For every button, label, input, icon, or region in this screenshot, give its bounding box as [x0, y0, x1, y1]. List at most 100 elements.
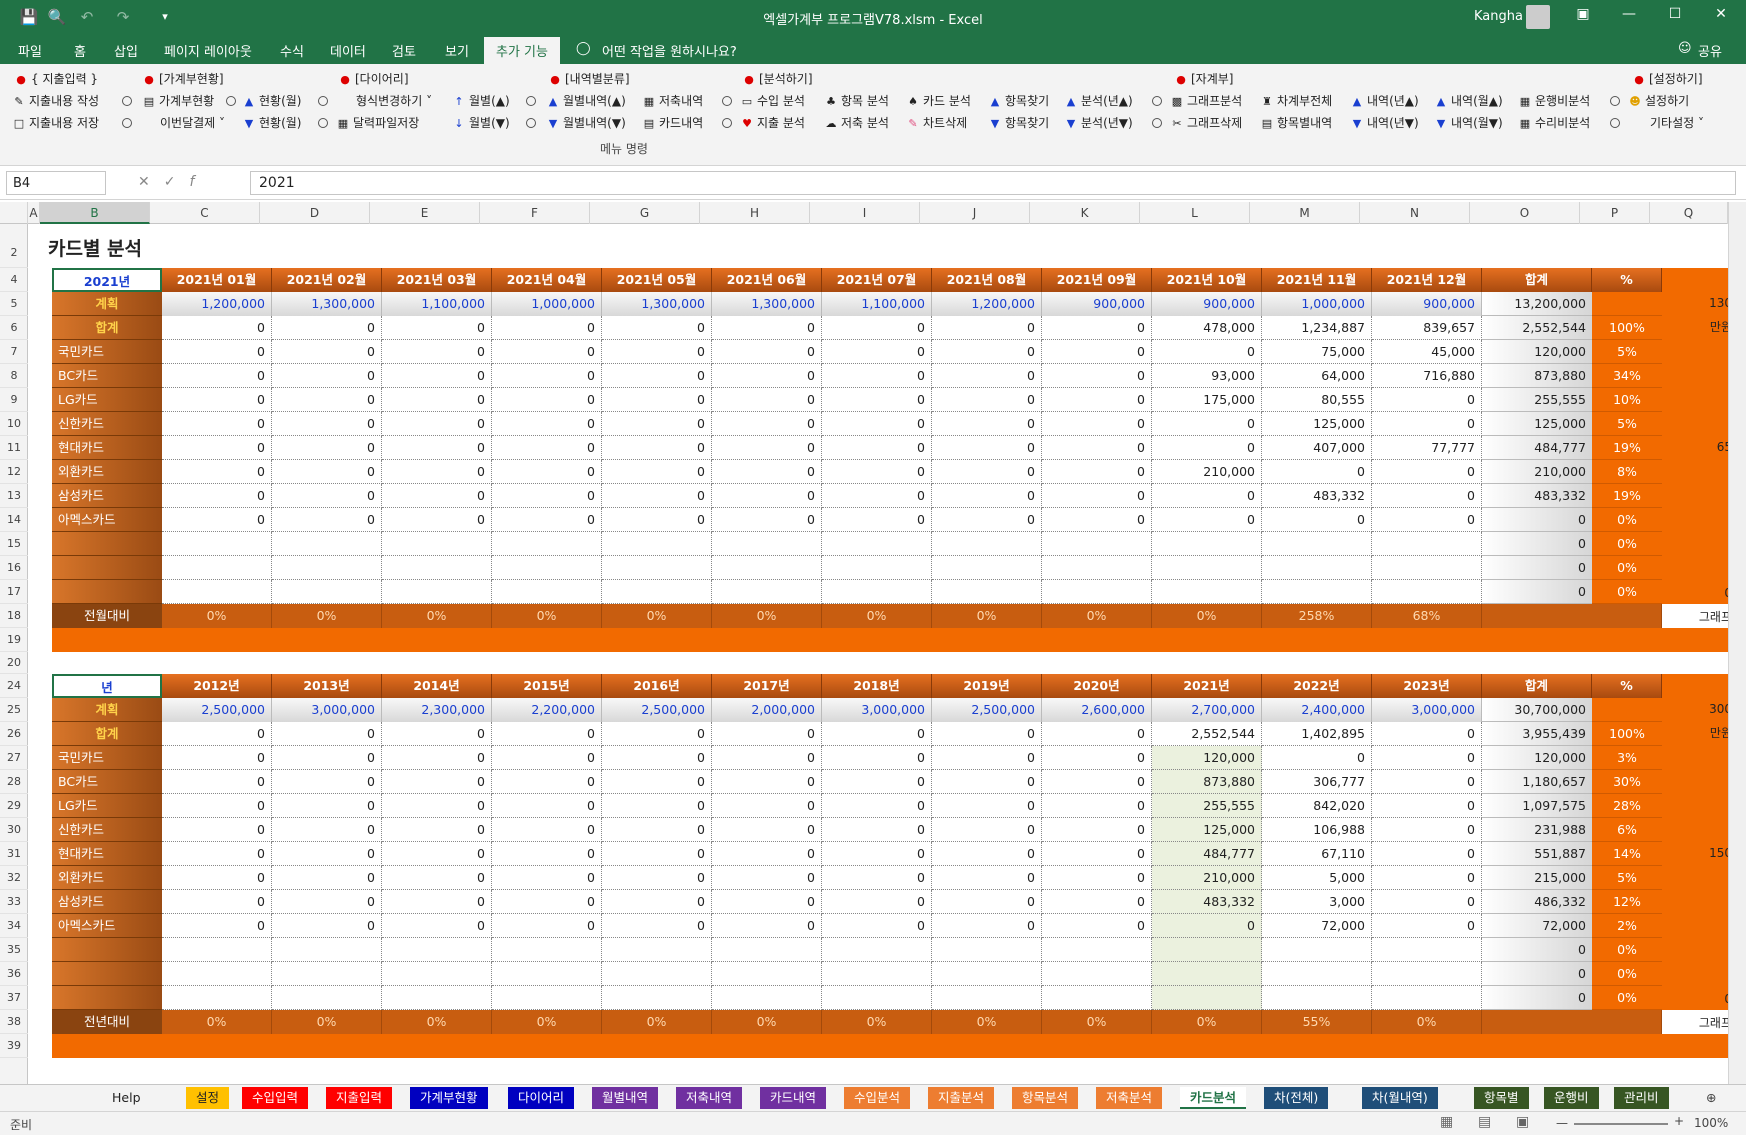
column-title[interactable]: 합계 — [1482, 674, 1592, 698]
change-cell[interactable]: 0% — [712, 604, 822, 628]
change-cell[interactable]: 0% — [932, 1010, 1042, 1034]
card-cell[interactable]: 873,880 — [1152, 770, 1262, 794]
change-cell[interactable]: 0% — [1152, 604, 1262, 628]
plan-cell[interactable]: 900,000 — [1042, 292, 1152, 316]
card-cell[interactable] — [1372, 962, 1482, 986]
column-header-i[interactable]: I — [810, 202, 920, 224]
card-cell[interactable]: 0 — [1042, 746, 1152, 770]
row-header-35[interactable]: 35 — [0, 938, 28, 962]
card-label[interactable] — [52, 556, 162, 580]
card-cell[interactable]: 93,000 — [1152, 364, 1262, 388]
card-cell[interactable]: 0 — [1372, 818, 1482, 842]
card-cell[interactable] — [492, 580, 602, 604]
card-cell[interactable]: 0 — [602, 770, 712, 794]
card-cell[interactable] — [492, 986, 602, 1010]
card-cell[interactable]: 0% — [1592, 556, 1662, 580]
card-cell[interactable] — [272, 580, 382, 604]
card-cell[interactable]: 0 — [602, 842, 712, 866]
sheet-tab[interactable]: 저축내역 — [676, 1087, 743, 1109]
change-cell[interactable]: 0% — [382, 604, 492, 628]
column-title[interactable]: 2021년 09월 — [1042, 268, 1152, 292]
column-header-l[interactable]: L — [1140, 202, 1250, 224]
card-cell[interactable]: 125,000 — [1262, 412, 1372, 436]
card-cell[interactable]: 0 — [932, 364, 1042, 388]
card-cell[interactable]: 231,988 — [1482, 818, 1592, 842]
card-cell[interactable]: 873,880 — [1482, 364, 1592, 388]
plan-cell[interactable]: 3,000,000 — [1372, 698, 1482, 722]
card-cell[interactable]: 0 — [382, 364, 492, 388]
column-title[interactable]: % — [1592, 674, 1662, 698]
card-cell[interactable]: 0 — [932, 746, 1042, 770]
column-title[interactable]: 2021년 — [1152, 674, 1262, 698]
card-cell[interactable]: 0 — [382, 746, 492, 770]
row-header-16[interactable]: 16 — [0, 556, 28, 580]
ribbon-other-settings[interactable]: 기타설정 ˅ — [1650, 114, 1704, 132]
card-cell[interactable]: 0 — [822, 508, 932, 532]
card-cell[interactable] — [1262, 556, 1372, 580]
plan-cell[interactable]: 1,200,000 — [162, 292, 272, 316]
sum-cell[interactable]: 100% — [1592, 316, 1662, 340]
ribbon-detail-month-up[interactable]: ▲ 내역(월▲) — [1434, 92, 1503, 110]
card-cell[interactable]: 0 — [1372, 746, 1482, 770]
plan-cell[interactable]: 1,300,000 — [602, 292, 712, 316]
card-cell[interactable]: 0 — [1152, 436, 1262, 460]
column-header-j[interactable]: J — [920, 202, 1030, 224]
card-cell[interactable]: 45,000 — [1372, 340, 1482, 364]
tab-file[interactable]: 파일 — [18, 41, 42, 60]
card-cell[interactable]: 30% — [1592, 770, 1662, 794]
ribbon-graph-analysis[interactable]: ▩ 그래프분석 — [1170, 92, 1242, 110]
card-cell[interactable]: 0 — [492, 842, 602, 866]
card-cell[interactable]: 0% — [1592, 580, 1662, 604]
plan-cell[interactable]: 2,000,000 — [712, 698, 822, 722]
card-cell[interactable] — [932, 532, 1042, 556]
card-cell[interactable] — [822, 580, 932, 604]
card-cell[interactable] — [712, 938, 822, 962]
card-cell[interactable]: 120,000 — [1482, 746, 1592, 770]
card-cell[interactable]: 0 — [712, 340, 822, 364]
sum-cell[interactable]: 2,552,544 — [1482, 316, 1592, 340]
card-cell[interactable] — [822, 532, 932, 556]
card-label[interactable]: 외환카드 — [52, 866, 162, 890]
view-normal-icon[interactable]: ▦ — [1440, 1114, 1453, 1130]
ribbon-item-find-up[interactable]: ▲ 항목찾기 — [988, 92, 1049, 110]
card-cell[interactable]: 0 — [162, 770, 272, 794]
change-cell[interactable]: 0% — [492, 1010, 602, 1034]
card-cell[interactable]: 0 — [822, 866, 932, 890]
sheet-tab[interactable]: 저축분석 — [1096, 1087, 1163, 1109]
card-cell[interactable]: 0 — [382, 508, 492, 532]
card-cell[interactable] — [602, 938, 712, 962]
radio-icon[interactable] — [318, 118, 328, 128]
card-cell[interactable]: 0 — [822, 412, 932, 436]
ribbon-analysis-year-up[interactable]: ▲ 분석(년▲) — [1064, 92, 1133, 110]
ribbon-monthly-detail-down[interactable]: ▼ 월별내역(▼) — [546, 114, 626, 132]
sheet-tab[interactable]: 관리비 — [1614, 1087, 1669, 1109]
plan-cell[interactable]: 1,200,000 — [932, 292, 1042, 316]
card-label[interactable] — [52, 962, 162, 986]
card-cell[interactable]: 483,332 — [1152, 890, 1262, 914]
plan-cell[interactable]: 2,400,000 — [1262, 698, 1372, 722]
column-title[interactable]: 2021년 02월 — [272, 268, 382, 292]
card-cell[interactable]: 0 — [1042, 890, 1152, 914]
card-cell[interactable]: 3,000 — [1262, 890, 1372, 914]
card-cell[interactable]: 0 — [1482, 580, 1592, 604]
column-title[interactable]: 2020년 — [1042, 674, 1152, 698]
card-cell[interactable]: 0 — [1042, 460, 1152, 484]
view-page-layout-icon[interactable]: ▤ — [1478, 1114, 1491, 1130]
ribbon-delete-chart[interactable]: ✎ 차트삭제 — [906, 114, 967, 132]
change-cell[interactable]: 258% — [1262, 604, 1372, 628]
radio-icon[interactable] — [1152, 118, 1162, 128]
card-cell[interactable]: 0 — [1482, 508, 1592, 532]
ribbon-item-find-down[interactable]: ▼ 항목찾기 — [988, 114, 1049, 132]
card-label[interactable]: 삼성카드 — [52, 484, 162, 508]
card-cell[interactable]: 0 — [1482, 986, 1592, 1010]
card-cell[interactable]: 0 — [602, 412, 712, 436]
change-cell[interactable]: 0% — [932, 604, 1042, 628]
card-cell[interactable]: 0 — [162, 364, 272, 388]
column-title[interactable]: 2021년 11월 — [1262, 268, 1372, 292]
card-cell[interactable]: 0 — [1152, 340, 1262, 364]
change-cell[interactable]: 0% — [492, 604, 602, 628]
radio-icon[interactable] — [526, 96, 536, 106]
row-header-33[interactable]: 33 — [0, 890, 28, 914]
column-title[interactable]: 2021년 08월 — [932, 268, 1042, 292]
row-header-15[interactable]: 15 — [0, 532, 28, 556]
